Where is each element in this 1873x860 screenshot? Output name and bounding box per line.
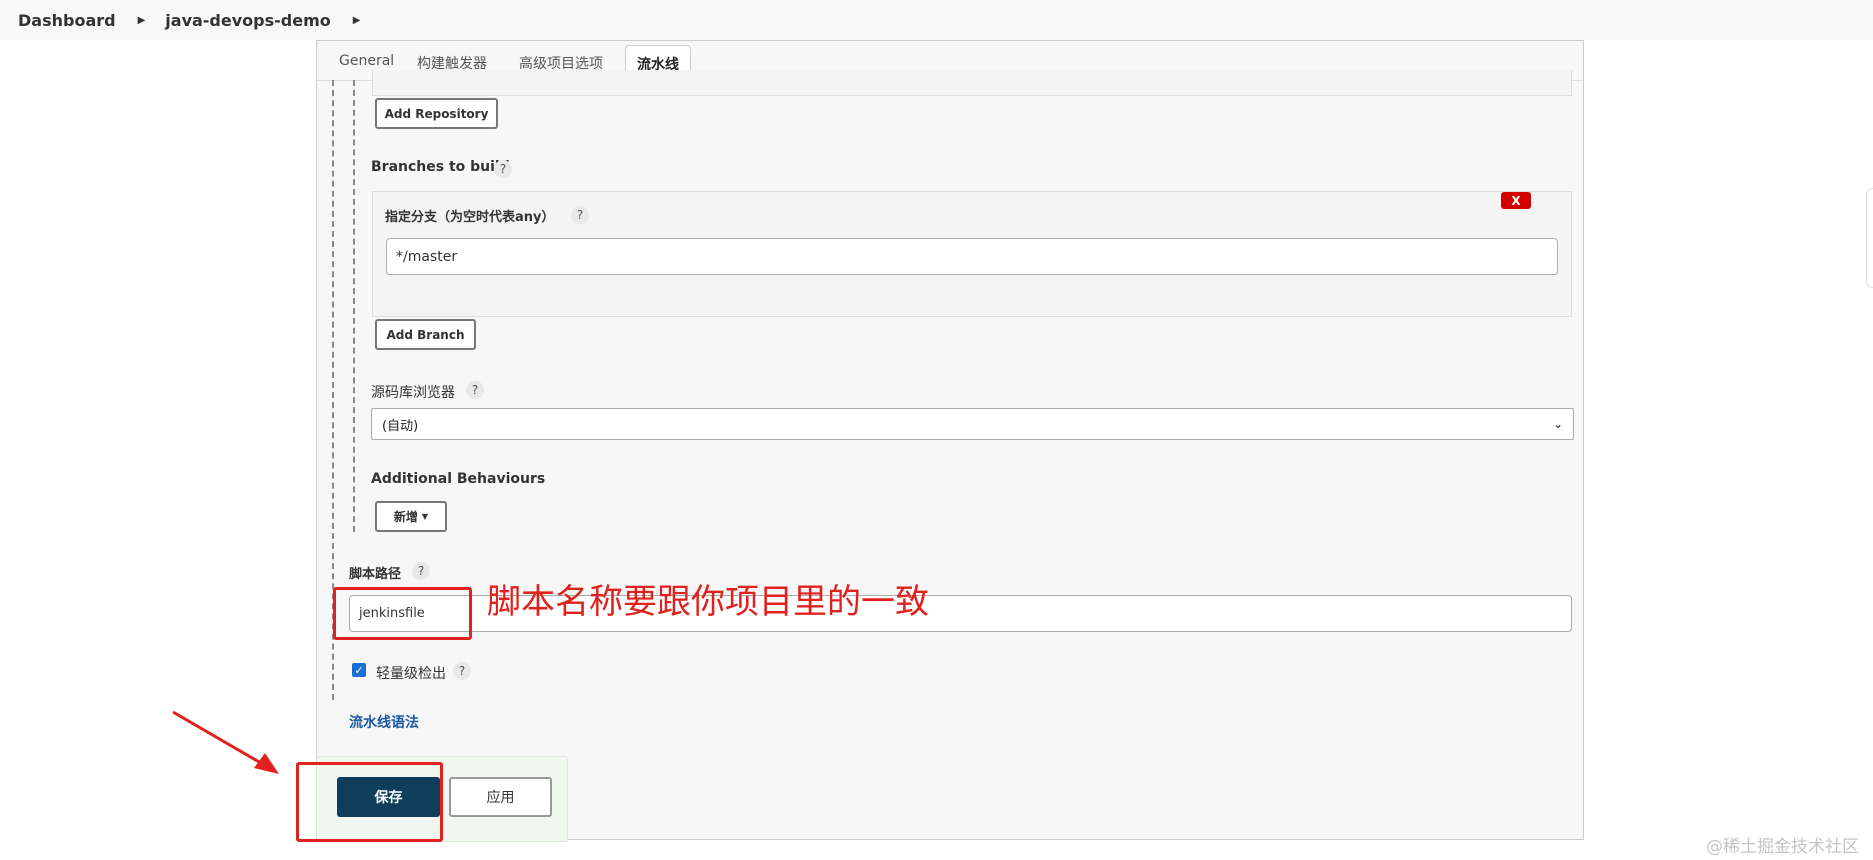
- add-branch-button[interactable]: Add Branch: [375, 319, 476, 350]
- additional-behaviours-label: Additional Behaviours: [371, 471, 546, 487]
- repository-container: [372, 70, 1572, 96]
- branch-specifier-label: 指定分支（为空时代表any）: [385, 210, 555, 225]
- branch-specifier-input[interactable]: */master: [386, 238, 1558, 275]
- lightweight-checkout-checkbox[interactable]: ✓: [352, 663, 366, 677]
- annotation-text: 脚本名称要跟你项目里的一致: [487, 582, 929, 622]
- breadcrumb-job[interactable]: java-devops-demo: [165, 11, 330, 30]
- annotation-box-script-path: [333, 587, 472, 640]
- tab-general[interactable]: General: [339, 53, 394, 69]
- breadcrumb-chevron-icon[interactable]: ▶: [138, 15, 146, 26]
- help-icon[interactable]: ?: [571, 206, 589, 224]
- chevron-down-icon: ⌄: [1552, 417, 1563, 431]
- repository-browser-select[interactable]: (自动) ⌄: [371, 408, 1574, 440]
- add-behaviour-label: 新增: [393, 510, 418, 524]
- breadcrumb: Dashboard ▶ java-devops-demo ▶: [0, 0, 1873, 40]
- lightweight-checkout-label: 轻量级检出: [376, 666, 446, 682]
- apply-button[interactable]: 应用: [449, 777, 552, 817]
- nesting-guide: [353, 80, 355, 532]
- help-icon[interactable]: ?: [453, 662, 471, 680]
- repository-browser-value: (自动): [382, 418, 419, 434]
- add-behaviour-button[interactable]: 新增 ▼: [375, 501, 447, 532]
- breadcrumb-dashboard[interactable]: Dashboard: [18, 11, 116, 30]
- help-icon[interactable]: ?: [412, 562, 430, 580]
- breadcrumb-chevron-icon[interactable]: ▶: [353, 15, 361, 26]
- annotation-arrow-icon: [172, 710, 279, 774]
- side-panel-handle[interactable]: [1866, 188, 1873, 288]
- script-path-label: 脚本路径: [349, 567, 402, 582]
- repository-browser-label: 源码库浏览器: [371, 385, 455, 401]
- caret-down-icon: ▼: [421, 512, 429, 521]
- annotation-box-save: [296, 762, 443, 842]
- branches-to-build-label: Branches to build: [371, 159, 510, 175]
- add-repository-button[interactable]: Add Repository: [375, 98, 498, 129]
- pipeline-syntax-link[interactable]: 流水线语法: [349, 712, 419, 732]
- delete-branch-button[interactable]: X: [1501, 192, 1531, 209]
- watermark: @稀土掘金技术社区: [1706, 837, 1859, 857]
- help-icon[interactable]: ?: [466, 381, 484, 399]
- help-icon[interactable]: ?: [494, 160, 512, 178]
